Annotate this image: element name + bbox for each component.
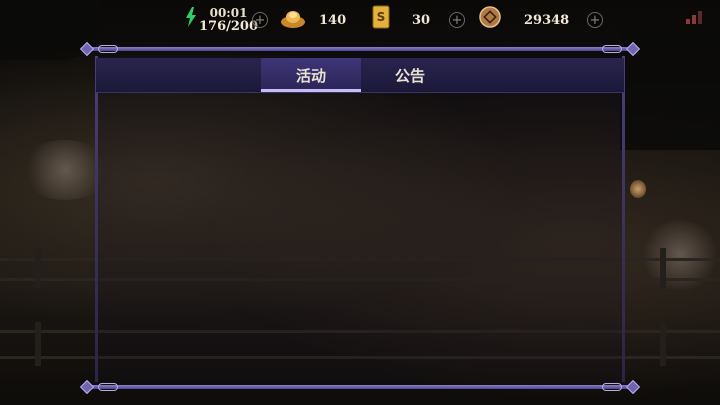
energy-timer: 00:01 — [209, 5, 248, 20]
ticket-icon: S — [372, 5, 390, 29]
lantern — [630, 180, 646, 198]
ingot-value: 140 — [319, 12, 347, 28]
add-coin-button[interactable]: + — [587, 12, 603, 28]
railing-post — [660, 322, 666, 366]
railing-post — [35, 322, 41, 366]
ticket-value: 30 — [412, 12, 431, 28]
gold-ingot-icon — [281, 11, 305, 28]
energy-value: 176/200 — [199, 18, 259, 34]
energy-counter: 00:01 176/200 — [199, 0, 258, 40]
add-ticket-button[interactable]: + — [449, 12, 465, 28]
add-energy-button[interactable]: + — [252, 12, 268, 28]
coin-icon — [479, 6, 501, 28]
signal-icon — [686, 8, 708, 24]
tab-bar: 活动 公告 — [96, 58, 624, 93]
coin-value: 29348 — [524, 12, 570, 28]
lightning-icon — [186, 7, 196, 27]
tab-notice-label: 公告 — [394, 66, 425, 85]
tab-activity[interactable]: 活动 — [261, 58, 361, 92]
active-tab-indicator — [261, 89, 361, 92]
resource-bar: 00:01 176/200 + 140 S 30 + 29348 + — [0, 0, 720, 40]
panel-right-border — [622, 56, 625, 382]
panel-top-frame — [79, 41, 641, 57]
railing-post — [35, 248, 41, 288]
panel-bottom-frame — [79, 379, 641, 395]
svg-text:S: S — [377, 10, 386, 24]
tab-activity-label: 活动 — [295, 66, 326, 85]
events-panel — [96, 56, 624, 382]
panel-left-border — [95, 56, 98, 382]
tab-notice[interactable]: 公告 — [360, 58, 460, 92]
railing-post — [660, 248, 666, 288]
